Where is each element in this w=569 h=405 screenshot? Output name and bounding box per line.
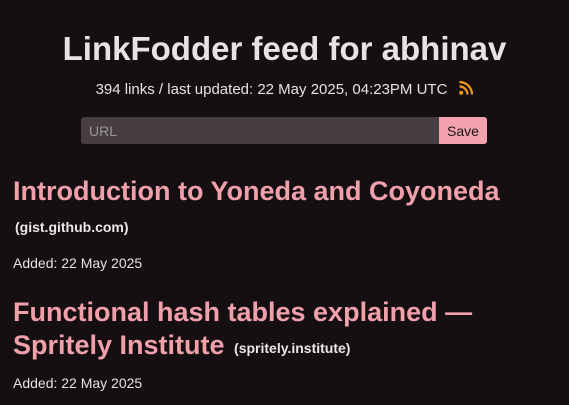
save-button[interactable]: Save xyxy=(439,117,487,144)
entry-added-date: Added: 22 May 2025 xyxy=(13,255,143,271)
entry-added-date: Added: 22 May 2025 xyxy=(13,375,143,391)
page-title: LinkFodder feed for abhinav xyxy=(62,30,507,67)
entry-link[interactable]: Introduction to Yoneda and Coyoneda xyxy=(13,176,500,206)
feed-entry: Introduction to Yoneda and Coyoneda (gis… xyxy=(13,175,533,271)
entry-title: Introduction to Yoneda and Coyoneda (gis… xyxy=(13,175,533,244)
entry-domain: (spritely.institute) xyxy=(234,340,351,356)
rss-feed-icon[interactable] xyxy=(459,80,474,95)
add-link-form: Save xyxy=(81,117,487,144)
entry-title: Functional hash tables explained — Sprit… xyxy=(13,296,533,365)
feed-entry: Functional hash tables explained — Sprit… xyxy=(13,296,533,391)
entry-domain: (gist.github.com) xyxy=(15,219,129,235)
url-input[interactable] xyxy=(81,117,439,144)
feed-status-text: 394 links / last updated: 22 May 2025, 0… xyxy=(95,81,448,98)
feed-page: LinkFodder feed for abhinav 394 links / … xyxy=(0,0,569,405)
feed-meta: 394 links / last updated: 22 May 2025, 0… xyxy=(0,80,569,100)
